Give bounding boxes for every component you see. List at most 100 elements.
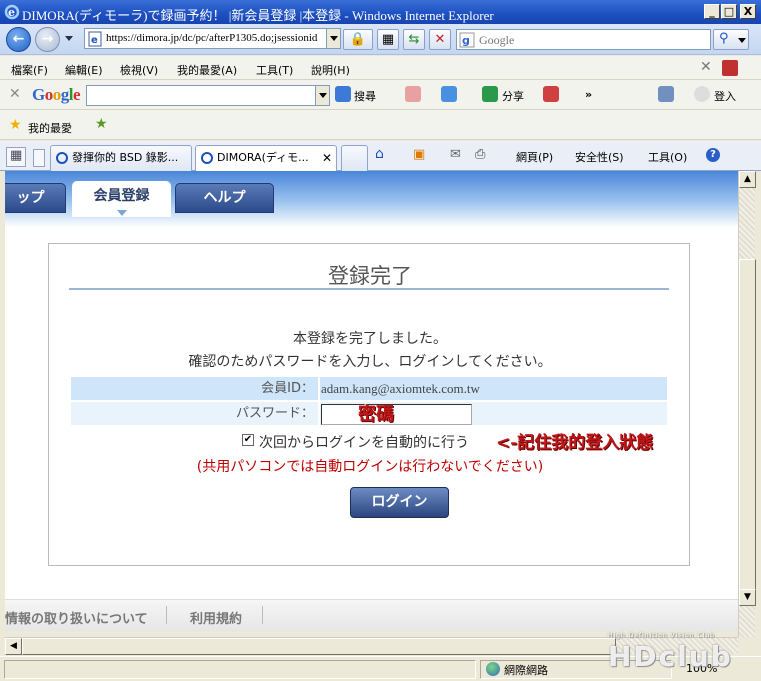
compatibility-view-icon[interactable]: ▦ <box>377 29 399 50</box>
address-url[interactable]: https://dimora.jp/dc/pc/afterP1305.do;js… <box>106 32 328 44</box>
address-toolbar: ← → e https://dimora.jp/dc/pc/afterP1305… <box>0 24 761 55</box>
page-menu[interactable]: 網頁(P) <box>516 149 553 165</box>
menu-tools[interactable]: 工具(T) <box>256 62 293 78</box>
refresh-icon[interactable]: ⇆ <box>403 29 425 50</box>
tab-label: 發揮你的 BSD 錄影... <box>72 151 179 164</box>
privacy-policy-link[interactable]: 情報の取り扱いについて <box>5 608 148 627</box>
favorites-bar: ★ 我的最愛 ★ <box>0 110 761 140</box>
terms-of-use-link[interactable]: 利用規約 <box>190 608 242 627</box>
ie-tab-icon <box>56 152 68 164</box>
bookmark-icon[interactable] <box>405 86 421 102</box>
member-id-value: adam.kang@axiomtek.com.tw <box>320 377 667 400</box>
safety-menu[interactable]: 安全性(S) <box>575 149 624 165</box>
ie-logo-icon: e <box>4 4 20 20</box>
close-window-button[interactable]: X <box>740 4 756 19</box>
status-text-cell <box>4 660 476 679</box>
security-lock-icon[interactable]: 🔒 <box>343 29 373 50</box>
page-title: 登録完了 <box>328 264 412 288</box>
home-icon[interactable]: ⌂ <box>375 146 384 162</box>
completion-message: 本登録を完了しました。 <box>293 331 447 347</box>
favorites-button[interactable]: 我的最愛 <box>28 120 72 136</box>
password-annotation: 密碼 <box>358 404 394 425</box>
google-search-input[interactable] <box>86 85 330 106</box>
tab-bsd-article[interactable]: 發揮你的 BSD 錄影... <box>50 145 192 171</box>
shared-pc-notice: (共用パソコンでは自動ログインは行わないでください) <box>196 459 544 475</box>
favorites-star-icon[interactable]: ★ <box>9 117 22 133</box>
vertical-scroll-thumb[interactable] <box>739 259 756 597</box>
maximize-button[interactable]: □ <box>721 4 737 19</box>
password-label: パスワード： <box>71 402 318 425</box>
google-search-dropdown-icon[interactable] <box>315 86 329 105</box>
login-button[interactable]: ログイン <box>350 487 449 518</box>
ie-tab-icon <box>201 152 213 164</box>
scroll-left-button[interactable]: ◀ <box>5 638 22 655</box>
forward-button[interactable]: → <box>35 27 60 52</box>
window-title: DIMORA(ディモーラ)で録画予約！ |新会員登録 |本登録 - Window… <box>22 8 494 23</box>
site-header: ップ 会員登録 ヘルプ <box>5 171 738 227</box>
quick-tabs-icon[interactable] <box>6 147 26 167</box>
tab-dimora[interactable]: DIMORA(ディモ... ✕ <box>195 145 337 171</box>
search-options-dropdown-icon[interactable] <box>738 38 746 43</box>
svg-text:e: e <box>91 35 98 46</box>
menu-bar: 檔案(F) 編輯(E) 檢視(V) 我的最愛(A) 工具(T) 說明(H) ✕ <box>0 56 761 80</box>
back-button[interactable]: ← <box>6 27 31 52</box>
scroll-up-button[interactable]: ▲ <box>739 171 756 188</box>
scroll-down-button[interactable]: ▼ <box>739 589 756 606</box>
forward-arrow-icon: → <box>41 31 54 47</box>
menu-view[interactable]: 檢視(V) <box>120 62 158 78</box>
wrench-icon[interactable] <box>658 86 674 102</box>
recent-pages-dropdown-icon[interactable] <box>65 36 73 41</box>
address-bar[interactable]: e https://dimora.jp/dc/pc/afterP1305.do;… <box>84 28 341 49</box>
remember-annotation: <-記住我的登入狀態 <box>496 433 654 453</box>
help-icon[interactable]: ? <box>706 148 720 162</box>
new-tab-button[interactable] <box>341 145 368 171</box>
remember-login-checkbox[interactable]: ✔ <box>242 434 254 446</box>
share-icon[interactable] <box>482 86 498 102</box>
tab-list-dropdown-icon[interactable] <box>33 149 45 167</box>
menu-help[interactable]: 說明(H) <box>311 62 350 78</box>
menu-favorites[interactable]: 我的最愛(A) <box>177 62 237 78</box>
horizontal-scroll-thumb[interactable] <box>22 638 616 655</box>
minimize-button[interactable]: _ <box>704 4 720 19</box>
google-toolbar-close-icon[interactable]: ✕ <box>9 86 21 102</box>
read-mail-icon[interactable]: ✉ <box>450 147 461 162</box>
footer-separator <box>166 606 167 624</box>
nav-tab-top[interactable]: ップ <box>5 183 66 213</box>
page-icon: e <box>88 31 102 47</box>
vertical-scrollbar[interactable]: ▲ ▼ <box>738 171 756 637</box>
google-search-icon: g <box>459 32 475 48</box>
nav-tab-help[interactable]: ヘルプ <box>175 183 274 213</box>
svg-text:g: g <box>462 34 470 47</box>
nav-tab-member-registration[interactable]: 会員登録 <box>72 181 171 217</box>
feeds-icon[interactable]: ▣ <box>413 147 425 162</box>
print-icon[interactable]: ⎙ <box>475 147 485 162</box>
footer-links: 情報の取り扱いについて 利用規約 <box>5 599 738 631</box>
share-button[interactable]: 分享 <box>502 88 524 104</box>
menu-edit[interactable]: 編輯(E) <box>65 62 103 78</box>
menu-bar-close-icon[interactable]: ✕ <box>700 59 712 75</box>
footer-separator <box>262 606 263 624</box>
tools-menu[interactable]: 工具(O) <box>648 149 687 165</box>
watermark-logo: HDclub <box>608 640 733 673</box>
address-dropdown-icon[interactable] <box>326 29 340 48</box>
remember-login-label[interactable]: 次回からログインを自動的に行う <box>259 432 469 452</box>
search-placeholder: Google <box>479 33 515 47</box>
more-tools-button[interactable]: » <box>585 88 592 101</box>
translate-icon[interactable] <box>722 60 738 76</box>
internet-zone-icon <box>486 662 500 676</box>
password-input[interactable] <box>321 404 472 425</box>
google-search-button-icon[interactable] <box>335 86 351 102</box>
svg-text:e: e <box>8 6 15 19</box>
menu-file[interactable]: 檔案(F) <box>11 62 48 78</box>
search-box[interactable]: g Google <box>456 29 711 50</box>
search-go-button[interactable]: ⚲ <box>713 29 749 50</box>
add-icon[interactable] <box>441 86 457 102</box>
stop-icon[interactable]: ✕ <box>429 29 451 50</box>
tab-close-icon[interactable]: ✕ <box>322 146 332 170</box>
title-bar: e DIMORA(ディモーラ)で録画予約！ |新会員登録 |本登録 - Wind… <box>0 0 761 24</box>
title-divider <box>69 288 669 290</box>
google-search-button[interactable]: 搜尋 <box>354 88 376 104</box>
block-icon[interactable] <box>543 86 559 102</box>
add-favorite-icon[interactable]: ★ <box>95 116 108 132</box>
google-login-button[interactable]: 登入 <box>714 88 736 104</box>
